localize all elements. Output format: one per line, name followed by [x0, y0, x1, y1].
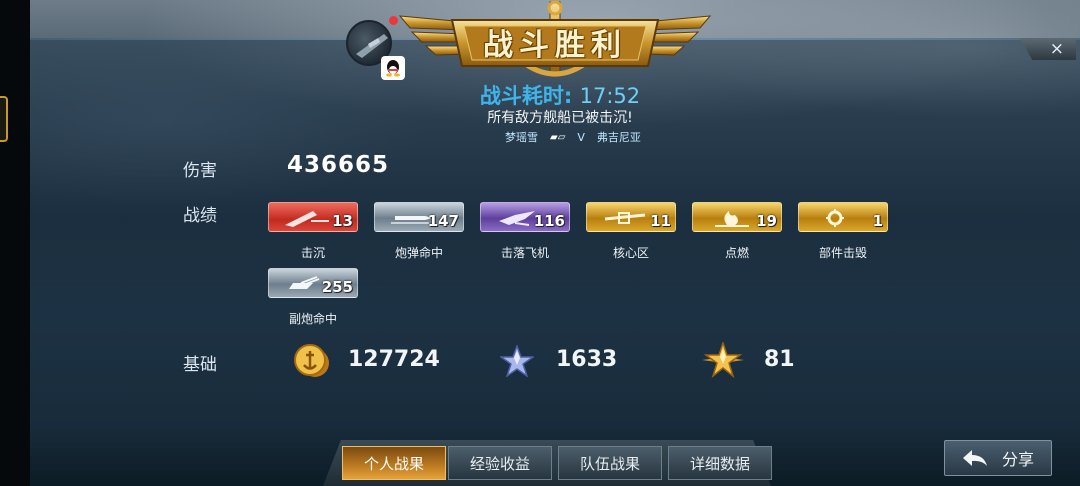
battle-time: 战斗耗时: 17:52: [0, 80, 1080, 110]
achievement-badge-core-zone[interactable]: 11: [586, 202, 676, 232]
slash-icon: ▰▱: [550, 131, 566, 143]
qq-icon: [381, 56, 405, 80]
battle-time-value: 17:52: [579, 84, 641, 108]
left-edge-strip: [0, 0, 30, 486]
damage-value: 436665: [287, 152, 390, 178]
achievement-count: 11: [650, 212, 671, 230]
tab-team-results[interactable]: 队伍战果: [558, 446, 662, 480]
achievement-label: 击落飞机: [500, 246, 549, 260]
base-label: 基础: [183, 355, 217, 375]
close-icon: ×: [1049, 39, 1064, 59]
player-name: 梦瑶雪: [505, 131, 538, 144]
ship-sinking-icon: [285, 211, 329, 227]
achievement-count: 147: [427, 212, 459, 230]
victory-title: 战斗胜利: [483, 28, 627, 63]
tab-personal-results[interactable]: 个人战果: [342, 446, 446, 480]
share-label: 分享: [1001, 450, 1034, 469]
achievement-count: 116: [533, 212, 565, 230]
versus-text: V: [577, 130, 585, 144]
battle-time-label: 战斗耗时:: [479, 84, 573, 108]
opponent-name: 弗吉尼亚: [596, 131, 641, 144]
share-button[interactable]: 分享: [944, 440, 1052, 476]
silver-star-icon: [500, 345, 534, 377]
achievement-label: 核心区: [612, 246, 649, 260]
achievement-count: 19: [756, 212, 777, 230]
achievement-count: 255: [321, 278, 353, 296]
gold-star-value: 81: [764, 347, 795, 372]
achievement-badge-parts-destroyed[interactable]: 1: [798, 202, 888, 232]
gear-icon: [826, 209, 844, 227]
silver-star-value: 1633: [556, 347, 618, 372]
achievement-label: 击沉: [300, 246, 325, 260]
achievement-label: 副炮命中: [288, 312, 337, 326]
achievement-badge-secondary-hits[interactable]: 255: [268, 268, 358, 298]
result-message: 所有敌方舰船已被击沉!: [487, 110, 633, 126]
achievement-label: 点燃: [724, 246, 749, 260]
tab-detailed-data[interactable]: 详细数据: [668, 446, 772, 480]
achievement-badge-ignite[interactable]: 19: [692, 202, 782, 232]
victory-emblem: 战斗胜利: [390, 0, 720, 82]
fire-icon: [715, 211, 749, 227]
achievements-label: 战绩: [183, 206, 217, 226]
versus-line: 梦瑶雪 ▰▱ V 弗吉尼亚: [505, 129, 641, 145]
gold-value: 127724: [348, 347, 440, 372]
core-icon: [604, 212, 646, 224]
achievement-badge-shell-hits[interactable]: 147: [374, 202, 464, 232]
achievement-label: 炮弹命中: [394, 246, 443, 260]
achievement-badge-planes-downed[interactable]: 116: [480, 202, 570, 232]
achievement-badge-sink[interactable]: 13: [268, 202, 358, 232]
achievement-count: 13: [332, 212, 353, 230]
gold-coin-icon: [294, 344, 329, 377]
gold-star-icon: [702, 342, 744, 378]
share-arrow-icon: [962, 450, 987, 466]
damage-label: 伤害: [183, 161, 217, 181]
achievement-label: 部件击毁: [818, 246, 867, 260]
notification-dot: [389, 16, 398, 25]
tab-experience-gain[interactable]: 经验收益: [448, 446, 552, 480]
achievement-count: 1: [872, 212, 883, 230]
